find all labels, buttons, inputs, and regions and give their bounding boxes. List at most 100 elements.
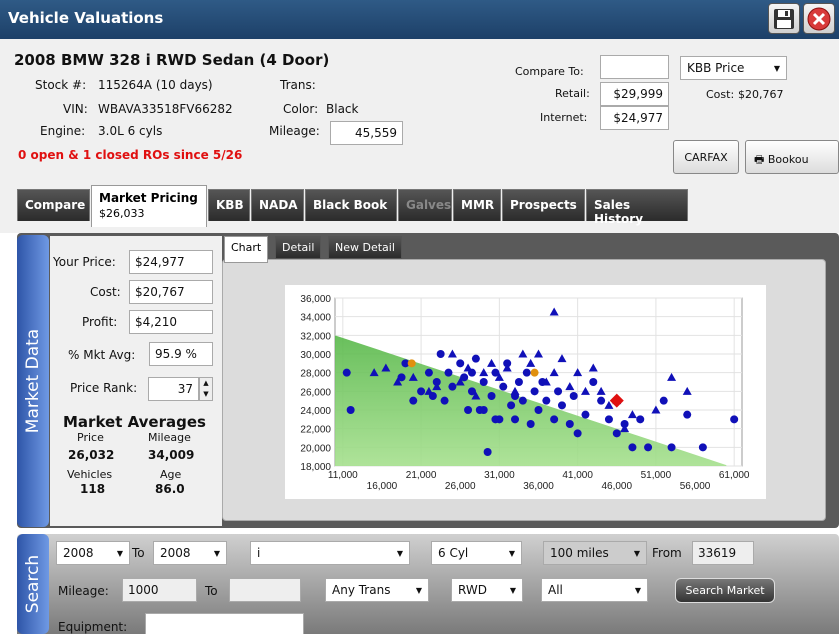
market-averages-title: Market Averages [63, 413, 206, 431]
model-select[interactable]: i ▼ [250, 541, 410, 565]
compare-to-field[interactable] [600, 55, 669, 79]
vehicle-title: 2008 BMW 328 i RWD Sedan (4 Door) [14, 51, 330, 69]
data-point-circle [667, 443, 676, 452]
price-rank-field[interactable]: 37 [148, 377, 199, 401]
drive-select[interactable]: RWD ▼ [451, 578, 523, 602]
chevron-down-icon: ▼ [415, 585, 422, 595]
drive-value: RWD [458, 583, 487, 597]
data-point-circle [573, 429, 582, 438]
data-point-circle [597, 396, 606, 405]
data-point-circle [530, 387, 539, 396]
mileage-from-field[interactable]: 1000 [122, 578, 197, 602]
data-point-circle [456, 359, 465, 368]
chart-tab-detail[interactable]: Detail [275, 236, 322, 259]
y-tick-label: 24,000 [300, 406, 331, 417]
tab-prospects[interactable]: Prospects [502, 189, 585, 221]
y-tick-label: 22,000 [300, 425, 331, 436]
tab-black-book[interactable]: Black Book [305, 189, 397, 221]
close-icon [807, 7, 831, 30]
vehicles-value: 118 [80, 482, 106, 496]
tab-sales-history[interactable]: Sales History [586, 189, 688, 226]
tab-nada[interactable]: NADA [251, 189, 304, 221]
retail-field[interactable]: $29,999 [600, 82, 669, 106]
price-source-select[interactable]: KBB Price ▼ [680, 56, 787, 80]
save-button[interactable] [768, 3, 800, 34]
data-point-highlight [407, 359, 416, 368]
cylinders-select[interactable]: 6 Cyl ▼ [431, 541, 522, 565]
vehicles-label: Vehicles [67, 468, 113, 481]
data-point-circle [534, 406, 543, 414]
year-from-select[interactable]: 2008 ▼ [56, 541, 130, 565]
x-tick-label: 61,000 [719, 470, 750, 481]
chevron-down-icon: ▼ [116, 548, 123, 558]
cost-label: Cost: [706, 88, 735, 101]
vin-label: VIN: [63, 102, 88, 116]
tab-kbb[interactable]: KBB [208, 189, 250, 221]
x-tick-label: 11,000 [328, 470, 358, 481]
mileage-label: Mileage: [269, 124, 320, 138]
mkt-cost-field[interactable]: $20,767 [129, 280, 213, 304]
tab-mmr[interactable]: MMR [453, 189, 501, 221]
y-tick-label: 26,000 [300, 387, 331, 398]
model-value: i [257, 546, 261, 560]
equipment-field[interactable] [145, 613, 304, 634]
tab-compare[interactable]: Compare [17, 189, 90, 221]
internet-label: Internet: [540, 111, 588, 124]
data-point-circle [644, 443, 653, 452]
y-tick-label: 30,000 [300, 350, 331, 361]
data-point-circle [554, 387, 563, 396]
data-point-circle [565, 420, 574, 428]
data-point-circle [436, 350, 445, 358]
avg-mileage-value: 34,009 [148, 448, 195, 462]
profit-field[interactable]: $4,210 [129, 310, 213, 334]
avg-mileage-label: Mileage [148, 431, 191, 444]
compare-to-label: Compare To: [515, 65, 584, 78]
retail-label: Retail: [555, 87, 590, 100]
stepper-up-icon[interactable]: ▲ [200, 378, 212, 389]
chart-tab-chart[interactable]: Chart [224, 236, 269, 263]
close-button[interactable] [803, 3, 835, 34]
chevron-down-icon: ▼ [773, 63, 780, 73]
year-to-select[interactable]: 2008 ▼ [153, 541, 227, 565]
bookout-label: Bookou [767, 153, 809, 166]
your-price-field[interactable]: $24,977 [129, 250, 213, 274]
chart-tab-new-detail[interactable]: New Detail [328, 236, 402, 259]
data-point-circle [440, 396, 449, 405]
internet-field[interactable]: $24,977 [600, 106, 669, 130]
chevron-down-icon: ▼ [633, 548, 640, 558]
pct-mkt-avg-label: % Mkt Avg: [68, 348, 136, 362]
filter-value: All [548, 583, 563, 597]
carfax-button[interactable]: CARFAX [673, 140, 739, 174]
radius-select[interactable]: 100 miles ▼ [543, 541, 647, 565]
stock-value: 115264A (10 days) [98, 78, 213, 92]
mileage-to-field[interactable] [229, 578, 301, 602]
data-point-circle [483, 448, 492, 456]
from-zip-label: From [652, 546, 682, 560]
bookout-button[interactable]: 🖶 Bookou [745, 140, 839, 174]
pct-mkt-avg-field[interactable]: 95.9 % [149, 342, 213, 366]
trans-select[interactable]: Any Trans ▼ [325, 578, 429, 602]
price-rank-label: Price Rank: [70, 381, 138, 395]
price-rank-stepper[interactable]: ▲ ▼ [199, 377, 213, 401]
tab-market-pricing-value: $26,033 [99, 207, 145, 220]
age-label: Age [160, 468, 182, 481]
x-tick-label: 56,000 [680, 481, 711, 492]
filter-select[interactable]: All ▼ [541, 578, 648, 602]
data-point-circle [409, 396, 418, 405]
mileage-field[interactable]: 45,559 [330, 121, 403, 145]
printer-icon: 🖶 [754, 153, 768, 166]
data-point-circle [471, 354, 480, 363]
tab-market-pricing[interactable]: Market Pricing $26,033 [91, 185, 207, 227]
chart-canvas: 36,000 34,000 32,000 30,000 28,000 26,000 24,0… [285, 285, 766, 499]
y-tick-label: 18,000 [300, 462, 331, 473]
data-point-circle [479, 378, 488, 386]
data-point-circle [417, 387, 426, 396]
zip-field[interactable]: 33619 [692, 541, 754, 565]
data-point-circle [628, 443, 637, 452]
stepper-down-icon[interactable]: ▼ [200, 389, 212, 400]
chevron-down-icon: ▼ [634, 585, 641, 595]
year-to-value: 2008 [160, 546, 191, 560]
radius-value: 100 miles [550, 546, 609, 560]
save-icon [774, 8, 794, 29]
search-market-button[interactable]: Search Market [675, 578, 775, 603]
